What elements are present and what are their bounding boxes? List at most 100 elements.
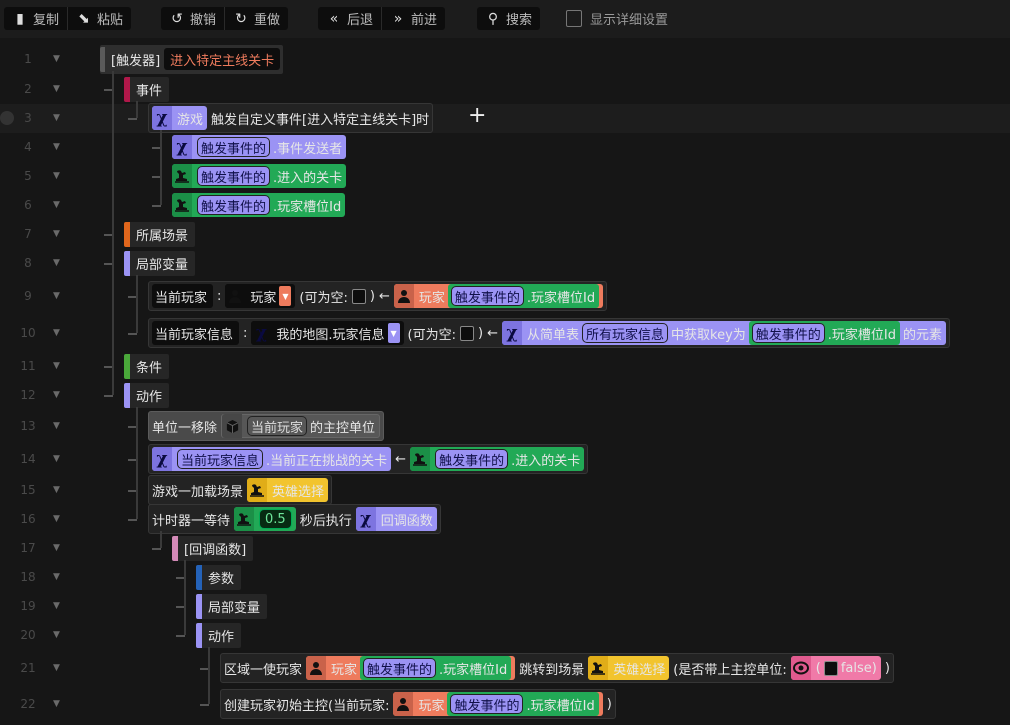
expression-chip[interactable]: χ 从简单表 所有玩家信息 中获取key为 触发事件的 .玩家槽位Id 的元素 — [501, 321, 947, 345]
variable-pill[interactable]: 触发事件的 — [435, 449, 509, 469]
statement-block[interactable]: 游戏一加载场景 英雄选择 — [148, 475, 333, 505]
collapse-arrow-icon[interactable]: ▼ — [53, 361, 60, 371]
collapse-arrow-icon[interactable]: ▼ — [53, 663, 60, 673]
expression-chip[interactable]: 触发事件的 .进入的关卡 — [172, 164, 347, 188]
copy-button[interactable]: ▮ 复制 — [4, 7, 69, 30]
undo-button[interactable]: ↺ 撤销 — [161, 7, 226, 30]
back-button[interactable]: « 后退 — [318, 7, 383, 30]
expression-chip[interactable]: χ 当前玩家信息 .当前正在挑战的关卡 — [152, 447, 392, 471]
checkbox-icon[interactable] — [566, 10, 582, 27]
expression-chip[interactable]: 当前玩家 的主控单位 — [221, 414, 381, 438]
trigger-header[interactable]: [触发器] 进入特定主线关卡 — [100, 44, 284, 74]
expression-chip[interactable]: 触发事件的 .玩家槽位Id — [748, 321, 901, 345]
expression-chip[interactable]: 玩家 触发事件的 .玩家槽位Id — [306, 656, 516, 680]
trigger-name[interactable]: 进入特定主线关卡 — [164, 48, 281, 70]
expression-chip[interactable]: 触发事件的 .进入的关卡 — [410, 447, 585, 471]
variable-pill[interactable]: 触发事件的 — [363, 658, 437, 678]
paste-button[interactable]: ⬊ 粘贴 — [68, 7, 131, 30]
expression-chip[interactable]: 0.5 — [234, 507, 296, 531]
variable-pill[interactable]: 触发事件的 — [450, 694, 524, 714]
section-header-动作[interactable]: 动作 — [196, 622, 242, 648]
forward-button[interactable]: » 前进 — [382, 7, 445, 30]
expression-chip[interactable]: (false) — [790, 656, 881, 680]
statement-block[interactable]: 创建玩家初始主控(当前玩家: 玩家 触发事件的 .玩家槽位Id) — [220, 689, 616, 719]
collapse-arrow-icon[interactable]: ▼ — [53, 699, 60, 709]
expression-chip[interactable]: χ 游戏 — [152, 106, 208, 130]
section-title: 所属场景 — [136, 228, 189, 244]
variable-pill[interactable]: 触发事件的 — [197, 195, 271, 215]
section-header-事件[interactable]: 事件 — [124, 76, 170, 102]
statement-block[interactable]: χ 当前玩家信息 .当前正在挑战的关卡 ← 触发事件的 .进入的关卡 — [148, 444, 589, 474]
collapse-arrow-icon[interactable]: ▼ — [53, 390, 60, 400]
chevron-down-icon[interactable]: ▼ — [279, 286, 292, 306]
collapse-arrow-icon[interactable]: ▼ — [53, 113, 60, 123]
statement-block[interactable]: 当前玩家信息: χ 我的地图.玩家信息 ▼ (可为空:) ← χ 从简单表 所有玩家信息 中获取k… — [148, 318, 951, 348]
show-detail-settings-toggle[interactable]: 显示详细设置 — [566, 9, 668, 28]
expression-chip[interactable]: 当前玩家信息 — [152, 321, 240, 345]
collapse-arrow-icon[interactable]: ▼ — [53, 142, 60, 152]
variable-pill[interactable]: 当前玩家信息 — [177, 449, 264, 469]
collapse-arrow-icon[interactable]: ▼ — [53, 229, 60, 239]
collapse-arrow-icon[interactable]: ▼ — [53, 171, 60, 181]
expression-chip[interactable]: 英雄选择 — [588, 656, 670, 680]
chevron-down-icon[interactable]: ▼ — [387, 323, 400, 343]
statement-block[interactable]: 区域一使玩家 玩家 触发事件的 .玩家槽位Id 跳转到场景 英雄选择 (是否带上主控单位:(… — [220, 653, 894, 683]
expression-chip[interactable]: 玩家 触发事件的 .玩家槽位Id — [393, 692, 603, 716]
nullable-checkbox[interactable] — [823, 660, 838, 676]
collapse-arrow-icon[interactable]: ▼ — [53, 485, 60, 495]
section-header-动作[interactable]: 动作 — [124, 382, 170, 408]
variable-pill[interactable]: 触发事件的 — [197, 137, 271, 157]
breakpoint-dot[interactable] — [0, 111, 14, 125]
collapse-arrow-icon[interactable]: ▼ — [53, 630, 60, 640]
statement-block[interactable]: χ 游戏 触发自定义事件[进入特定主线关卡]时 — [148, 103, 434, 133]
nullable-checkbox[interactable] — [351, 288, 366, 304]
expression-chip[interactable]: 触发事件的 .玩家槽位Id — [447, 284, 600, 308]
section-header-所属场景[interactable]: 所属场景 — [124, 221, 196, 247]
collapse-arrow-icon[interactable]: ▼ — [53, 84, 60, 94]
section-header-局部变量[interactable]: 局部变量 — [196, 593, 268, 619]
section-header-[回调函数][interactable]: [回调函数] — [172, 535, 254, 561]
number-value-input[interactable]: 0.5 — [259, 509, 292, 529]
expression-chip[interactable]: χ 回调函数 — [355, 507, 437, 531]
expression-chip[interactable]: 触发事件的 .玩家槽位Id — [360, 656, 512, 680]
add-button[interactable]: + — [468, 103, 486, 128]
section-header-局部变量[interactable]: 局部变量 — [124, 250, 196, 276]
collapse-arrow-icon[interactable]: ▼ — [53, 421, 60, 431]
variable-pill[interactable]: 触发事件的 — [751, 323, 825, 343]
expression-chip[interactable]: 当前玩家 — [152, 284, 214, 308]
text-label: .进入的关卡 — [511, 453, 581, 469]
variable-pill[interactable]: 触发事件的 — [450, 286, 524, 306]
statement-block[interactable]: 当前玩家: 玩家 ▼ (可为空:) ← 玩家 触发事件的 .玩家槽位Id — [148, 281, 608, 311]
variable-pill[interactable]: 当前玩家 — [247, 416, 308, 436]
collapse-arrow-icon[interactable]: ▼ — [53, 328, 60, 338]
variable-pill[interactable]: 所有玩家信息 — [582, 323, 669, 343]
collapse-arrow-icon[interactable]: ▼ — [53, 601, 60, 611]
section-header-条件[interactable]: 条件 — [124, 353, 170, 379]
statement-block[interactable]: 单位一移除 当前玩家 的主控单位 — [148, 411, 385, 441]
expression-chip[interactable]: 触发事件的 .玩家槽位Id — [172, 193, 346, 217]
collapse-arrow-icon[interactable]: ▼ — [53, 258, 60, 268]
expression-chip[interactable]: 触发事件的 .玩家槽位Id — [447, 692, 599, 716]
collapse-arrow-icon[interactable]: ▼ — [53, 200, 60, 210]
expression-chip[interactable]: 英雄选择 — [247, 478, 329, 502]
statement-block[interactable]: χ 触发事件的 .事件发送者 — [172, 135, 347, 159]
collapse-arrow-icon[interactable]: ▼ — [53, 514, 60, 524]
section-header-参数[interactable]: 参数 — [196, 564, 242, 590]
expression-chip[interactable]: 玩家 触发事件的 .玩家槽位Id — [393, 284, 604, 308]
collapse-arrow-icon[interactable]: ▼ — [53, 54, 60, 64]
collapse-arrow-icon[interactable]: ▼ — [53, 291, 60, 301]
collapse-arrow-icon[interactable]: ▼ — [53, 454, 60, 464]
nullable-checkbox[interactable] — [460, 325, 474, 341]
collapse-arrow-icon[interactable]: ▼ — [53, 543, 60, 553]
expression-chip[interactable]: 玩家 ▼ — [225, 284, 296, 308]
search-button[interactable]: ⚲ 搜索 — [477, 7, 540, 30]
statement-block[interactable]: 计时器一等待 0.5 秒后执行 χ 回调函数 — [148, 504, 441, 534]
collapse-arrow-icon[interactable]: ▼ — [53, 572, 60, 582]
redo-button[interactable]: ↻ 重做 — [225, 7, 288, 30]
expression-chip[interactable]: χ 触发事件的 .事件发送者 — [172, 135, 347, 159]
statement-block[interactable]: 触发事件的 .玩家槽位Id — [172, 193, 346, 217]
statement-block[interactable]: 触发事件的 .进入的关卡 — [172, 164, 347, 188]
variable-pill[interactable]: 触发事件的 — [197, 166, 271, 186]
expression-chip[interactable]: χ 我的地图.玩家信息 ▼ — [251, 321, 404, 345]
back-label: 后退 — [347, 13, 374, 28]
